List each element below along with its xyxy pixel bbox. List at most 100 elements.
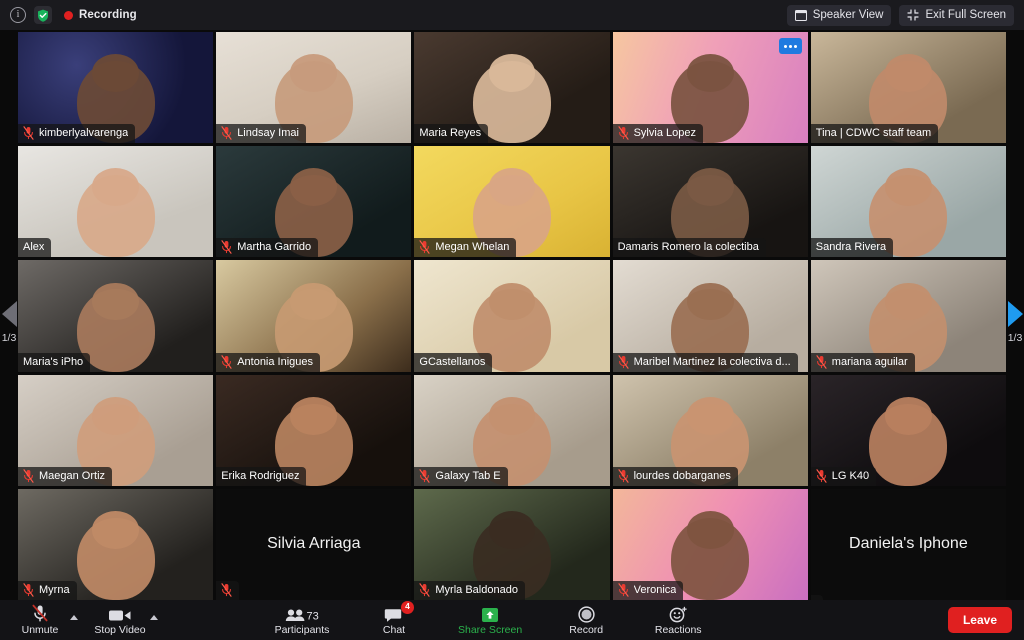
- participant-name-label: Galaxy Tab E: [435, 469, 501, 482]
- gallery-grid: kimberlyalvarenga Lindsay Imai Maria Rey…: [18, 32, 1006, 600]
- participant-name-label: Maria's iPho: [23, 355, 84, 368]
- mic-muted-icon: [23, 468, 34, 483]
- participant-silhouette-head: [884, 54, 932, 93]
- participant-tile[interactable]: Sandra Rivera: [810, 146, 1006, 258]
- mic-muted-icon: [816, 468, 827, 483]
- speaker-view-label: Speaker View: [812, 9, 884, 21]
- participant-tile[interactable]: Maria's iPho: [18, 260, 214, 372]
- participant-name-badge: Maribel Martinez la colectiva d...: [612, 352, 798, 372]
- participant-name-badge: Galaxy Tab E: [414, 466, 508, 486]
- meeting-top-bar: i Recording Speaker View Exit Full Scree…: [0, 0, 1024, 30]
- participant-tile[interactable]: LG K40: [810, 374, 1006, 486]
- share-screen-button[interactable]: Share Screen: [458, 600, 522, 640]
- participant-tile[interactable]: Maegan Ortiz: [18, 374, 214, 486]
- recording-dot-icon: [64, 10, 73, 20]
- participant-name-label: Damaris Romero la colectiba: [617, 241, 759, 254]
- chat-button[interactable]: 4 Chat: [366, 600, 422, 640]
- participants-button[interactable]: 73 Participants: [274, 600, 330, 640]
- participant-tile[interactable]: Maribel Martinez la colectiva d...: [612, 260, 808, 372]
- participant-display-name: Daniela's Iphone: [849, 535, 968, 553]
- participant-tile[interactable]: Myrna: [18, 488, 214, 600]
- participant-silhouette-head: [884, 396, 932, 435]
- participant-silhouette-head: [686, 282, 734, 321]
- participant-name-label: Sandra Rivera: [815, 241, 887, 254]
- exit-full-screen-button[interactable]: Exit Full Screen: [899, 4, 1014, 26]
- leave-button[interactable]: Leave: [947, 607, 1012, 633]
- participant-name-badge: Tina | CDWC staff team: [810, 124, 939, 144]
- stop-video-button[interactable]: Stop Video: [92, 600, 148, 640]
- participant-silhouette-head: [686, 511, 734, 549]
- participant-name-badge: Maegan Ortiz: [18, 466, 113, 486]
- participant-name-badge: Martha Garrido: [216, 238, 319, 258]
- participant-name-label: Veronica: [633, 583, 677, 596]
- mic-muted-icon: [221, 583, 232, 597]
- participant-tile[interactable]: Daniela's Iphone: [810, 488, 1006, 600]
- participant-name-label: Myrna: [39, 583, 70, 596]
- participant-name-badge: Lindsay Imai: [216, 124, 306, 144]
- participant-display-name: Silvia Arriaga: [267, 535, 361, 553]
- recording-indicator[interactable]: Recording: [64, 9, 137, 21]
- participant-tile[interactable]: Maria Reyes: [414, 32, 610, 144]
- participant-tile[interactable]: Antonia Inigues: [216, 260, 412, 372]
- audio-control-group: Unmute: [12, 600, 78, 640]
- mic-muted-icon: [419, 583, 430, 597]
- participant-name-label: Martha Garrido: [237, 241, 312, 254]
- participant-tile[interactable]: Damaris Romero la colectiba: [612, 146, 808, 258]
- participant-silhouette-head: [92, 168, 139, 207]
- mic-muted-icon: [30, 604, 50, 623]
- participant-tile[interactable]: Veronica: [612, 488, 808, 600]
- center-controls-group: 73 Participants 4 Chat Share Screen Reco…: [274, 600, 706, 640]
- share-screen-label: Share Screen: [458, 623, 523, 636]
- participant-tile[interactable]: GCastellanos: [414, 260, 610, 372]
- participant-name-badge: mariana aguilar: [810, 352, 915, 372]
- participant-tile[interactable]: Myrla Baldonado: [414, 488, 610, 600]
- record-circle-icon: [578, 605, 595, 623]
- participant-tile[interactable]: mariana aguilar: [810, 260, 1006, 372]
- record-button[interactable]: Record: [558, 600, 614, 640]
- audio-options-chevron-icon[interactable]: [70, 615, 78, 620]
- participant-tile[interactable]: lourdes dobarganes: [612, 374, 808, 486]
- speaker-view-button[interactable]: Speaker View: [786, 4, 892, 26]
- participant-tile[interactable]: Galaxy Tab E: [414, 374, 610, 486]
- participant-tile[interactable]: Erika Rodriguez: [216, 374, 412, 486]
- participant-name-badge: kimberlyalvarenga: [18, 124, 136, 144]
- reactions-label: Reactions: [654, 623, 702, 636]
- shield-check-icon[interactable]: [34, 6, 52, 24]
- participant-name-label: Maria Reyes: [419, 127, 482, 140]
- participant-silhouette-head: [92, 282, 139, 321]
- info-icon[interactable]: i: [10, 7, 26, 23]
- participant-tile[interactable]: Lindsay Imai: [216, 32, 412, 144]
- mic-muted-icon: [419, 240, 430, 255]
- participant-name-label: Megan Whelan: [435, 241, 510, 254]
- participants-label: Participants: [274, 623, 330, 636]
- stop-video-label: Stop Video: [94, 623, 146, 636]
- participant-tile[interactable]: Silvia Arriaga: [216, 488, 412, 600]
- unmute-button[interactable]: Unmute: [12, 600, 68, 640]
- participant-tile[interactable]: kimberlyalvarenga: [18, 32, 214, 144]
- video-options-chevron-icon[interactable]: [150, 615, 158, 620]
- mic-muted-icon: [23, 583, 34, 597]
- participant-name-label: Alex: [23, 241, 45, 254]
- participant-tile[interactable]: Sylvia Lopez: [612, 32, 808, 144]
- participant-tile[interactable]: Alex: [18, 146, 214, 258]
- participant-silhouette-head: [686, 396, 734, 435]
- participant-name-label: Tina | CDWC staff team: [815, 127, 932, 140]
- mic-muted-icon: [617, 126, 629, 140]
- participant-tile[interactable]: Martha Garrido: [216, 146, 412, 258]
- participant-silhouette-head: [92, 396, 139, 435]
- participant-name-label: Antonia Inigues: [237, 355, 314, 368]
- tile-more-options-button[interactable]: [778, 38, 802, 54]
- top-bar-left-group: i Recording: [0, 6, 137, 24]
- participant-name-badge: Antonia Inigues: [216, 352, 321, 372]
- participant-silhouette-head: [884, 168, 932, 207]
- participant-name-badge: Damaris Romero la colectiba: [612, 238, 766, 258]
- participant-silhouette-head: [488, 54, 536, 93]
- participant-tile[interactable]: Megan Whelan: [414, 146, 610, 258]
- participant-tile[interactable]: Tina | CDWC staff team: [810, 32, 1006, 144]
- previous-page-button[interactable]: 1/3: [0, 276, 18, 368]
- record-label: Record: [569, 623, 604, 636]
- chat-unread-badge: 4: [401, 601, 414, 614]
- top-bar-right-group: Speaker View Exit Full Screen: [786, 4, 1024, 26]
- next-page-button[interactable]: 1/3: [1006, 276, 1024, 368]
- reactions-button[interactable]: Reactions: [650, 600, 706, 640]
